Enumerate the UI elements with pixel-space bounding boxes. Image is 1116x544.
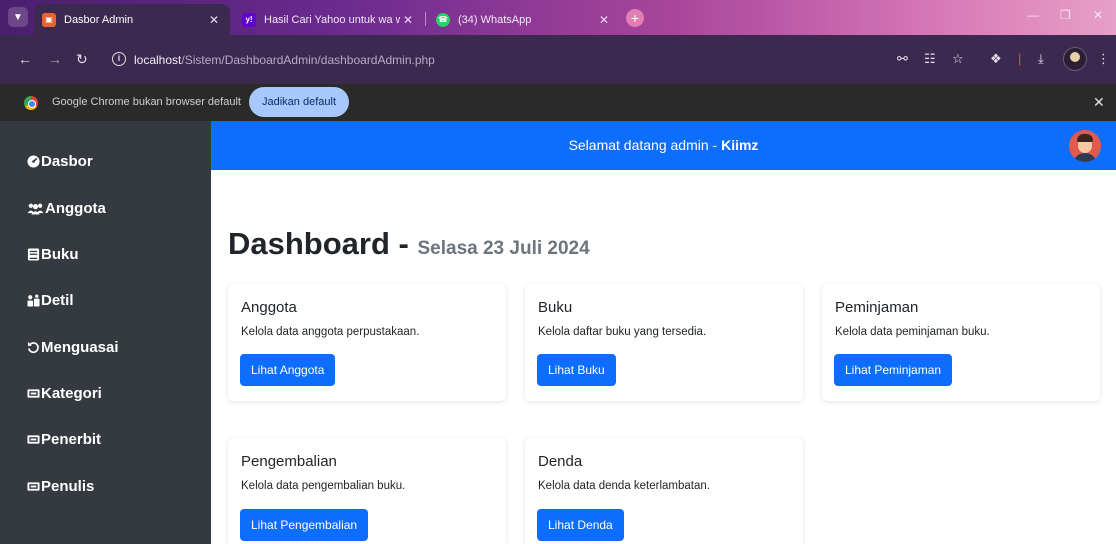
sidebar-item-label: Kategori <box>41 384 102 402</box>
detail-icon <box>27 293 40 307</box>
new-tab-plus-icon[interactable]: + <box>626 9 644 27</box>
card-title: Peminjaman <box>835 299 919 316</box>
sidebar-item-menguasai[interactable]: Menguasai <box>27 335 119 359</box>
tab-whatsapp[interactable]: ☎ (34) WhatsApp ✕ <box>428 4 620 35</box>
title-separator: - <box>389 226 418 261</box>
sidebar-item-label: Menguasai <box>41 338 119 356</box>
admin-avatar[interactable] <box>1069 130 1101 162</box>
sidebar-item-penulis[interactable]: Penulis <box>27 474 94 498</box>
book-icon <box>27 247 40 261</box>
tab-close-icon[interactable]: ✕ <box>206 13 222 27</box>
default-browser-infobar: Google Chrome bukan browser default Jadi… <box>0 84 1116 121</box>
sidebar-item-dasbor[interactable]: Dasbor <box>27 149 93 173</box>
password-key-icon[interactable]: ⚯ <box>897 50 908 68</box>
url-path: /Sistem/DashboardAdmin/dashboardAdmin.ph… <box>181 53 435 67</box>
url-omnibox[interactable]: i localhost/Sistem/DashboardAdmin/dashbo… <box>100 43 952 75</box>
dashboard-favicon-icon: ▣ <box>42 12 56 27</box>
card-denda: Denda Kelola data denda keterlambatan. L… <box>525 438 803 544</box>
ticket-icon <box>27 387 40 400</box>
card-title: Denda <box>538 453 583 470</box>
download-icon[interactable]: ⤓ <box>1038 50 1044 68</box>
view-buku-button[interactable]: Lihat Buku <box>537 354 616 386</box>
yahoo-favicon-icon: y! <box>242 12 256 27</box>
infobar-close-icon[interactable]: ✕ <box>1093 94 1105 111</box>
avatar-hair <box>1077 134 1093 142</box>
tab-yahoo-search[interactable]: y! Hasil Cari Yahoo untuk wa web ✕ <box>234 4 424 35</box>
card-text: Kelola daftar buku yang tersedia. <box>538 326 707 338</box>
window-close-icon[interactable]: ✕ <box>1093 8 1103 22</box>
sidebar-item-label: Penerbit <box>41 430 102 448</box>
sidebar-item-label: Dasbor <box>41 152 93 170</box>
site-info-icon[interactable]: i <box>112 52 126 66</box>
whatsapp-favicon-icon: ☎ <box>436 12 450 27</box>
welcome-prefix: Selamat datang admin - <box>568 137 722 153</box>
ticket-icon <box>27 433 40 446</box>
browser-tab-strip: ▼ ▣ Dasbor Admin ✕ y! Hasil Cari Yahoo u… <box>0 0 1116 35</box>
kebab-menu-icon[interactable]: ⋮ <box>1097 50 1110 68</box>
card-peminjaman: Peminjaman Kelola data peminjaman buku. … <box>822 284 1100 401</box>
sidebar-item-label: Anggota <box>45 199 106 217</box>
sidebar-item-detil[interactable]: Detil <box>27 288 74 312</box>
url-host: localhost <box>134 53 182 67</box>
card-text: Kelola data peminjaman buku. <box>835 326 990 338</box>
card-text: Kelola data anggota perpustakaan. <box>241 326 420 338</box>
sidebar-item-kategori[interactable]: Kategori <box>27 381 102 405</box>
current-date: Selasa 23 Juli 2024 <box>417 238 590 259</box>
card-pengembalian: Pengembalian Kelola data pengembalian bu… <box>228 438 506 544</box>
minimize-icon[interactable]: — <box>1027 8 1039 22</box>
card-text: Kelola data pengembalian buku. <box>241 480 406 492</box>
translate-icon[interactable]: ☷ <box>924 50 936 68</box>
view-pengembalian-button[interactable]: Lihat Pengembalian <box>240 509 369 541</box>
sidebar: Dasbor Anggota Buku Detil Menguasai Kate… <box>0 121 211 544</box>
sidebar-item-buku[interactable]: Buku <box>27 242 79 266</box>
card-buku: Buku Kelola daftar buku yang tersedia. L… <box>525 284 803 401</box>
reload-icon[interactable]: ↻ <box>76 50 88 68</box>
toolbar-divider-icon: | <box>1018 51 1022 66</box>
set-default-button[interactable]: Jadikan default <box>249 87 349 117</box>
view-peminjaman-button[interactable]: Lihat Peminjaman <box>834 354 953 386</box>
view-anggota-button[interactable]: Lihat Anggota <box>240 354 336 386</box>
forward-arrow-icon[interactable]: → <box>48 50 62 68</box>
card-title: Anggota <box>241 299 297 316</box>
page-title-text: Dashboard <box>228 226 390 261</box>
sidebar-item-anggota[interactable]: Anggota <box>27 196 106 220</box>
tab-separator <box>425 12 426 26</box>
sidebar-item-label: Penulis <box>41 477 95 495</box>
url-text: localhost/Sistem/DashboardAdmin/dashboar… <box>134 53 435 67</box>
back-arrow-icon[interactable]: ← <box>18 50 32 68</box>
sidebar-item-label: Buku <box>41 245 79 263</box>
rotate-icon <box>27 341 40 354</box>
tab-title: Dasbor Admin <box>64 13 134 26</box>
sidebar-item-label: Detil <box>41 291 74 309</box>
tab-title: Hasil Cari Yahoo untuk wa web <box>264 13 400 26</box>
infobar-message: Google Chrome bukan browser default <box>52 96 241 108</box>
card-title: Pengembalian <box>241 453 337 470</box>
tab-close-icon[interactable]: ✕ <box>596 13 612 27</box>
dashboard-icon <box>27 154 40 168</box>
view-denda-button[interactable]: Lihat Denda <box>537 509 624 541</box>
card-anggota: Anggota Kelola data anggota perpustakaan… <box>228 284 506 401</box>
welcome-header: Selamat datang admin - Kiimz <box>211 121 1116 170</box>
sidebar-item-penerbit[interactable]: Penerbit <box>27 427 101 451</box>
tab-dasbor-admin[interactable]: ▣ Dasbor Admin ✕ <box>34 4 230 35</box>
profile-avatar-icon[interactable] <box>1063 47 1087 71</box>
chrome-logo-icon <box>24 96 38 110</box>
tab-search-icon[interactable]: ▼ <box>8 7 28 27</box>
card-text: Kelola data denda keterlambatan. <box>538 480 710 492</box>
page-title: Dashboard - Selasa 23 Juli 2024 <box>228 226 590 262</box>
avatar-body <box>1073 153 1097 162</box>
tab-title: (34) WhatsApp <box>458 13 532 26</box>
card-title: Buku <box>538 299 573 316</box>
tab-close-icon[interactable]: ✕ <box>400 13 416 27</box>
extensions-icon[interactable]: ❖ <box>990 50 1002 68</box>
welcome-text: Selamat datang admin - Kiimz <box>211 137 1116 153</box>
ticket-icon <box>27 480 40 493</box>
users-icon <box>27 202 44 215</box>
bookmark-star-icon[interactable]: ☆ <box>952 50 964 68</box>
user-name: Kiimz <box>721 137 759 153</box>
restore-icon[interactable]: ❐ <box>1060 8 1071 22</box>
address-bar-row: ← → ↻ i localhost/Sistem/DashboardAdmin/… <box>0 35 1116 84</box>
